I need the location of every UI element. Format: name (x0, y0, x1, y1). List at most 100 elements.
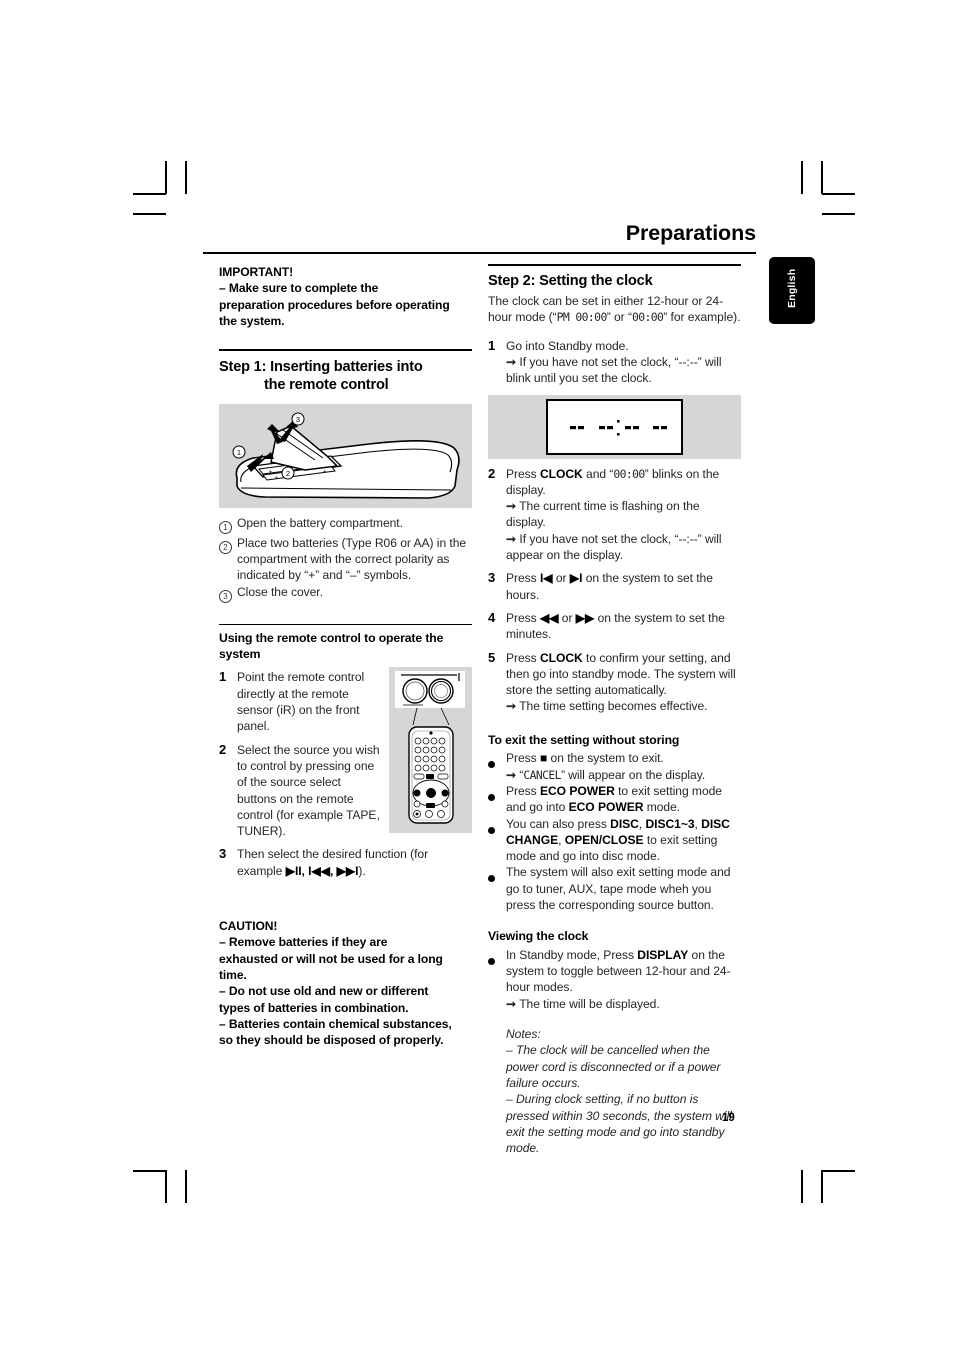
crop-mark-bottom-right-v2 (801, 1170, 803, 1203)
step2-intro: The clock can be set in either 12-hour o… (488, 293, 741, 326)
using-remote-heading: Using the remote control to operate the … (219, 631, 444, 661)
step2-step-5: Press CLOCK to confirm your setting, and… (506, 650, 741, 715)
list-item: 1 Go into Standby mode. ➞ If you have no… (488, 338, 741, 387)
crop-mark-top-left-v (165, 161, 167, 194)
step2-step-2-pre: Press (506, 466, 540, 481)
bullet-icon (488, 783, 506, 806)
document-page: Preparations English IMPORTANT! – Make s… (0, 0, 954, 1351)
eco-power-mode-label: ECO POWER (568, 800, 644, 815)
caution-line-2: exhausted or will not be used for a long (219, 951, 443, 966)
circled-number-2: 2 (219, 535, 237, 555)
exit-bullet-1: Press ■ on the system to exit. ➞ “CANCEL… (506, 750, 705, 783)
caution-line-4: – Do not use old and new or different (219, 984, 429, 999)
language-tab: English (769, 257, 815, 324)
step2-step-5-arrow: The time setting becomes effective. (519, 699, 708, 714)
using-remote-step-2-text: Select the source you wish to control by… (237, 742, 380, 839)
svg-text:1: 1 (237, 448, 241, 457)
crop-mark-top-right-v2 (801, 161, 803, 194)
list-item: Press ■ on the system to exit. ➞ “CANCEL… (488, 750, 741, 783)
segment-text-time: 00:00 (631, 310, 664, 325)
crop-mark-bottom-left-v2 (185, 1170, 187, 1203)
clock-display-drawing (546, 398, 683, 455)
list-item: The system will also exit setting mode a… (488, 864, 741, 913)
step2-intro-mid: ” or “ (606, 310, 632, 325)
fast-forward-icon: ▶▶ (575, 610, 595, 625)
sep-3: , (558, 832, 565, 847)
arrow-icon: ➞ (506, 996, 517, 1011)
arrow-icon: ➞ (506, 767, 517, 782)
important-line-2: preparation procedures before operating (219, 297, 450, 312)
crop-mark-bottom-left-h (133, 1170, 166, 1172)
list-item: 1 Open the battery compartment. (219, 515, 472, 535)
caution-line-1: – Remove batteries if they are (219, 935, 388, 950)
caution-line-3: time. (219, 967, 247, 982)
crop-mark-bottom-right-v (821, 1170, 823, 1203)
next-track-icon: ▶I (569, 571, 583, 586)
step1-item-3-text: Close the cover. (237, 584, 323, 599)
list-item: Press ECO POWER to exit setting mode and… (488, 783, 741, 816)
exit-bullet-2-post: mode. (643, 800, 681, 815)
exit-bullet-3: You can also press DISC, DISC1~3, DISC C… (506, 816, 741, 865)
viewing-clock-bullet: In Standby mode, Press DISPLAY on the sy… (506, 947, 741, 1012)
list-item: 3 Then select the desired function (for … (219, 846, 472, 879)
arrow-icon: ➞ (506, 354, 517, 369)
rewind-icon: ◀◀ (539, 610, 559, 625)
svg-text:3: 3 (296, 415, 300, 424)
front-panel-remote-drawing (395, 671, 465, 825)
crop-mark-top-right-v (821, 161, 823, 194)
step2-step-2-arrow-1: The current time is flashing on the disp… (506, 499, 700, 530)
step-number: 1 (219, 669, 227, 685)
page-title-text: Preparations (625, 221, 756, 245)
step1-circled-list: 1 Open the battery compartment. 2 Place … (219, 515, 472, 604)
caution-heading: CAUTION! (219, 919, 278, 934)
list-item: 3 Press I◀ or ▶I on the system to set th… (488, 570, 741, 603)
left-column: IMPORTANT! – Make sure to complete the p… (219, 264, 472, 1048)
step1-heading-line1: Step 1: Inserting batteries into (219, 358, 423, 375)
arrow-icon: ➞ (506, 699, 517, 714)
crop-mark-bottom-left-v (165, 1170, 167, 1203)
step2-step-2: Press CLOCK and “00:00” blinks on the di… (506, 466, 741, 564)
notes-item-1: – The clock will be cancelled when the p… (506, 1043, 721, 1090)
clock-button-label: CLOCK (539, 650, 583, 665)
page-number: 19 (722, 1112, 735, 1124)
list-item: In Standby mode, Press DISPLAY on the sy… (488, 947, 741, 1012)
step-number: 3 (219, 846, 227, 862)
front-panel-remote-illustration (389, 667, 472, 834)
svg-text:+: + (275, 475, 278, 481)
important-line-1: – Make sure to complete the (219, 281, 379, 296)
bullet-icon (488, 816, 506, 839)
open-close-button-label: OPEN/CLOSE (564, 832, 644, 847)
clock-button-label: CLOCK (539, 466, 583, 481)
exit-bullet-2-pre: Press (506, 783, 540, 798)
remote-battery-drawing: + + + + 1 2 3 (232, 412, 460, 499)
svg-text:2: 2 (286, 469, 290, 478)
step2-step-3-pre: Press (506, 571, 540, 586)
list-item: 2 Place two batteries (Type R06 or AA) i… (219, 535, 472, 584)
display-button-label: DISPLAY (637, 947, 689, 962)
bullet-icon (488, 947, 506, 970)
step2-step-2-arrow-2: If you have not set the clock, “--:--” w… (506, 531, 722, 563)
circled-number-3: 3 (219, 584, 237, 604)
list-item: You can also press DISC, DISC1~3, DISC C… (488, 816, 741, 865)
important-heading: IMPORTANT! (219, 265, 294, 279)
step2-step-4-pre: Press (506, 610, 540, 625)
step2-step-5-pre: Press (506, 650, 540, 665)
svg-text:+: + (269, 469, 272, 475)
step1-heading: Step 1: Inserting batteries into the rem… (219, 358, 472, 395)
step2-intro-post: ” for example). (663, 310, 741, 325)
segment-text-cancel: CANCEL (523, 767, 561, 782)
step-number: 3 (488, 570, 496, 586)
clock-display-illustration (488, 394, 741, 459)
exit-bullet-2: Press ECO POWER to exit setting mode and… (506, 783, 741, 816)
step1-item-2-text: Place two batteries (Type R06 or AA) in … (237, 535, 467, 583)
crop-mark-bottom-right-h (822, 1170, 855, 1172)
bullet-icon (488, 864, 506, 887)
crop-mark-top-right-h2 (822, 213, 855, 215)
exit-section-heading: To exit the setting without storing (488, 732, 680, 747)
step2-step-1-text: Go into Standby mode. (506, 338, 629, 353)
notes-block: Notes: – The clock will be cancelled whe… (488, 1026, 741, 1156)
step2-step-2-mid: and “ (582, 466, 614, 481)
segment-text-pm-time: PM 00:00 (556, 310, 608, 325)
header-divider (203, 252, 756, 254)
arrow-icon: ➞ (506, 531, 517, 546)
